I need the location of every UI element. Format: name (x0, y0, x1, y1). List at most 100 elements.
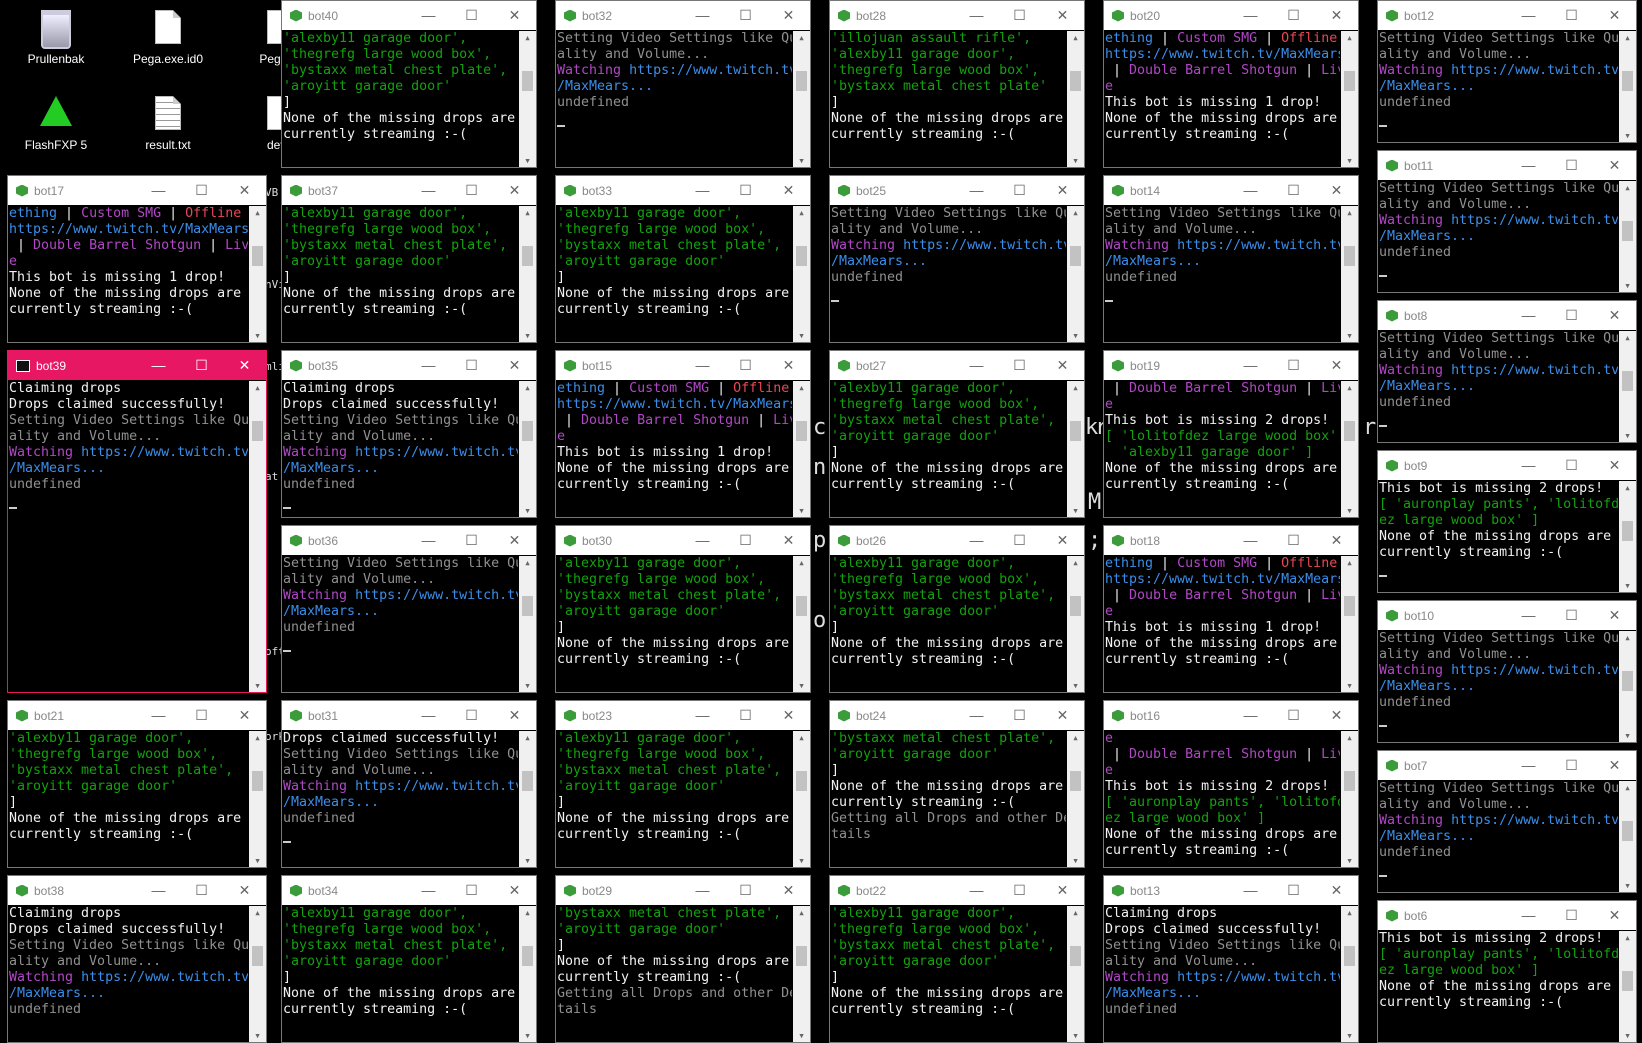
scrollbar-thumb[interactable] (252, 421, 263, 441)
scrollbar-thumb[interactable] (796, 596, 807, 616)
console-output[interactable]: Setting Video Settings like Qu ality and … (1379, 181, 1618, 292)
minimize-button[interactable]: — (407, 176, 450, 205)
minimize-button[interactable]: — (137, 876, 180, 905)
minimize-button[interactable]: — (955, 526, 998, 555)
title-bar[interactable]: bot29 — ☐ ✕ (556, 876, 810, 905)
scrollbar-thumb[interactable] (1070, 771, 1081, 791)
title-bar[interactable]: bot32 — ☐ ✕ (556, 1, 810, 30)
vertical-scrollbar[interactable] (793, 381, 810, 517)
close-button[interactable]: ✕ (1315, 351, 1358, 380)
console-output[interactable]: 'illojuan assault rifle','alexby11 garag… (831, 31, 1066, 167)
console-output[interactable]: 'alexby11 garage door','thegrefg large w… (557, 556, 792, 692)
maximize-button[interactable]: ☐ (450, 351, 493, 380)
close-button[interactable]: ✕ (1593, 151, 1636, 180)
console-window-bot20[interactable]: bot20— ☐ ✕ ething | Custom SMG | Offline htt… (1103, 0, 1359, 168)
console-output[interactable]: e | Double Barrel Shotgun | LiveThis bot… (1105, 731, 1340, 867)
console-output[interactable]: ething | Custom SMG | Offline https://www… (1105, 31, 1340, 167)
maximize-button[interactable]: ☐ (1272, 176, 1315, 205)
title-bar[interactable]: bot14 — ☐ ✕ (1104, 176, 1358, 205)
vertical-scrollbar[interactable] (1619, 931, 1636, 1042)
vertical-scrollbar[interactable] (793, 556, 810, 692)
maximize-button[interactable]: ☐ (998, 876, 1041, 905)
minimize-button[interactable]: — (137, 351, 180, 380)
console-output[interactable]: Claiming drops Drops claimed successfully… (9, 906, 248, 1042)
console-window-bot39[interactable]: bot39— ☐ ✕ Claiming drops Drops claimed succ… (7, 350, 267, 693)
maximize-button[interactable]: ☐ (1550, 751, 1593, 780)
title-bar[interactable]: bot22 — ☐ ✕ (830, 876, 1084, 905)
scrollbar-thumb[interactable] (1344, 771, 1355, 791)
console-output[interactable]: | Double Barrel Shotgun | LiveThis bot i… (1105, 381, 1340, 517)
vertical-scrollbar[interactable] (1341, 731, 1358, 867)
scrollbar-thumb[interactable] (1622, 971, 1633, 991)
minimize-button[interactable]: — (137, 701, 180, 730)
console-output[interactable]: 'alexby11 garage door','thegrefg large w… (557, 206, 792, 342)
scrollbar-thumb[interactable] (1344, 596, 1355, 616)
scrollbar-thumb[interactable] (1622, 821, 1633, 841)
scrollbar-thumb[interactable] (1344, 71, 1355, 91)
console-window-bot14[interactable]: bot14 — ☐ ✕ Setting Video Settings like Qu al… (1103, 175, 1359, 343)
title-bar[interactable]: bot20 — ☐ ✕ (1104, 1, 1358, 30)
console-output[interactable]: This bot is missing 2 drops![ 'auronplay… (1379, 931, 1618, 1042)
close-button[interactable]: ✕ (1315, 876, 1358, 905)
minimize-button[interactable]: — (955, 351, 998, 380)
console-window-bot32[interactable]: bot32 — ☐ ✕ Setting Video Settings like Qu al… (555, 0, 811, 168)
maximize-button[interactable]: ☐ (1550, 151, 1593, 180)
vertical-scrollbar[interactable] (793, 906, 810, 1042)
console-output[interactable]: Setting Video Settings like Qu ality and … (1379, 781, 1618, 892)
maximize-button[interactable]: ☐ (1272, 701, 1315, 730)
desktop-icon[interactable]: Pega.exe.id0 (120, 4, 216, 84)
close-button[interactable]: ✕ (767, 176, 810, 205)
scrollbar-thumb[interactable] (1070, 246, 1081, 266)
vertical-scrollbar[interactable] (1619, 181, 1636, 292)
close-button[interactable]: ✕ (1041, 526, 1084, 555)
maximize-button[interactable]: ☐ (998, 176, 1041, 205)
console-output[interactable]: 'alexby11 garage door','thegrefg large w… (9, 731, 248, 867)
vertical-scrollbar[interactable] (1341, 206, 1358, 342)
vertical-scrollbar[interactable] (249, 906, 266, 1042)
console-window-bot11[interactable]: bot11 — ☐ ✕ Setting Video Settings like Qu al… (1377, 150, 1637, 293)
vertical-scrollbar[interactable] (1619, 481, 1636, 592)
console-window-bot25[interactable]: bot25 — ☐ ✕ Setting Video Settings like Qu al… (829, 175, 1085, 343)
console-output[interactable]: ething | Custom SMG | Offline https://www… (557, 381, 792, 517)
scrollbar-thumb[interactable] (796, 421, 807, 441)
title-bar[interactable]: bot6 — ☐ ✕ (1378, 901, 1636, 930)
desktop-icon[interactable]: result.txt (120, 90, 216, 170)
scrollbar-thumb[interactable] (1070, 421, 1081, 441)
minimize-button[interactable]: — (955, 176, 998, 205)
close-button[interactable]: ✕ (1593, 901, 1636, 930)
maximize-button[interactable]: ☐ (1550, 301, 1593, 330)
title-bar[interactable]: bot8 — ☐ ✕ (1378, 301, 1636, 330)
close-button[interactable]: ✕ (1315, 1, 1358, 30)
close-button[interactable]: ✕ (223, 701, 266, 730)
scrollbar-thumb[interactable] (1622, 671, 1633, 691)
scrollbar-thumb[interactable] (252, 946, 263, 966)
title-bar[interactable]: bot16 — ☐ ✕ (1104, 701, 1358, 730)
console-window-bot9[interactable]: bot9 — ☐ ✕ This bot is missing 2 drops![ 'au… (1377, 450, 1637, 593)
scrollbar-thumb[interactable] (1622, 221, 1633, 241)
minimize-button[interactable]: — (1229, 701, 1272, 730)
vertical-scrollbar[interactable] (1341, 906, 1358, 1042)
console-output[interactable]: ething | Custom SMG | Offline https://www… (1105, 556, 1340, 692)
maximize-button[interactable]: ☐ (1272, 1, 1315, 30)
console-output[interactable]: Setting Video Settings like Qu ality and … (1379, 631, 1618, 742)
scrollbar-thumb[interactable] (1344, 246, 1355, 266)
console-window-bot34[interactable]: bot34— ☐ ✕'alexby11 garage door','thegrefg… (281, 875, 537, 1043)
vertical-scrollbar[interactable] (519, 731, 536, 867)
vertical-scrollbar[interactable] (519, 381, 536, 517)
console-output[interactable]: Claiming drops Drops claimed successfully… (1105, 906, 1340, 1042)
minimize-button[interactable]: — (955, 876, 998, 905)
maximize-button[interactable]: ☐ (450, 176, 493, 205)
console-output[interactable]: 'bystaxx metal chest plate','aroyitt gar… (831, 731, 1066, 867)
console-window-bot16[interactable]: bot16—☐✕e | Double Barrel Shotgun | Live… (1103, 700, 1359, 868)
maximize-button[interactable]: ☐ (180, 876, 223, 905)
scrollbar-thumb[interactable] (1344, 946, 1355, 966)
console-output[interactable]: Claiming drops Drops claimed successfully… (9, 381, 248, 692)
close-button[interactable]: ✕ (767, 351, 810, 380)
maximize-button[interactable]: ☐ (998, 351, 1041, 380)
title-bar[interactable]: bot24 — ☐ ✕ (830, 701, 1084, 730)
console-output[interactable]: Setting Video Settings like Qu ality and … (557, 31, 792, 167)
maximize-button[interactable]: ☐ (1272, 526, 1315, 555)
title-bar[interactable]: bot9 — ☐ ✕ (1378, 451, 1636, 480)
vertical-scrollbar[interactable] (1341, 556, 1358, 692)
maximize-button[interactable]: ☐ (1550, 901, 1593, 930)
